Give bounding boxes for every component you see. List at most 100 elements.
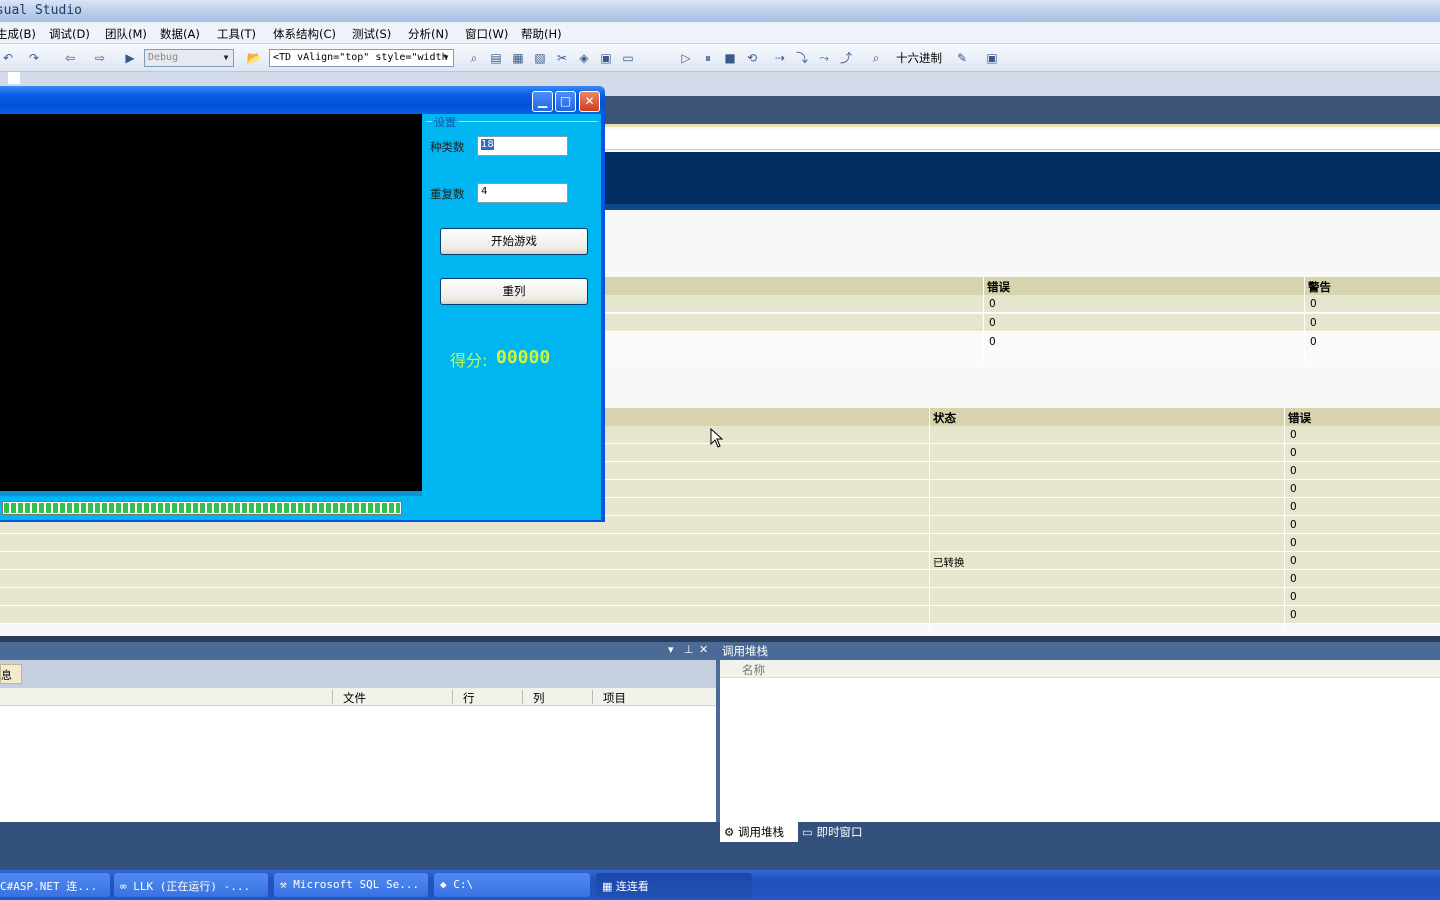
- class-view-icon[interactable]: ▣: [598, 50, 614, 66]
- column-column-header[interactable]: 列: [533, 690, 545, 706]
- errors-cell: 0: [1290, 555, 1297, 567]
- errors-cell: 0: [1290, 501, 1297, 513]
- call-stack-icon: ⚙: [724, 825, 735, 839]
- breakpoint-icon[interactable]: ✎: [954, 50, 970, 66]
- time-progress-bar: [2, 501, 402, 515]
- stop-icon[interactable]: ■: [722, 50, 738, 66]
- immediate-window-icon: ▭: [802, 825, 813, 839]
- table-row: 0: [0, 606, 1440, 624]
- kinds-label: 种类数: [430, 140, 465, 154]
- menu-test[interactable]: 测试(S): [352, 26, 391, 42]
- menu-analyze[interactable]: 分析(N): [408, 26, 449, 42]
- minimize-icon: ▁: [537, 94, 548, 108]
- toolbar: ↶ ↷ ⇦ ⇨ ▶ Debug ▼ 📂 <TD vAlign="top" sty…: [0, 44, 1440, 72]
- step-over-icon[interactable]: ⤳: [816, 50, 832, 66]
- pin-icon[interactable]: ⊥: [684, 643, 694, 656]
- taskbar-item-llk[interactable]: ∞ LLK (正在运行) -...: [114, 873, 268, 897]
- warnings-cell: 0: [1310, 298, 1317, 310]
- find-combo[interactable]: <TD vAlign="top" style="width ▼: [269, 49, 454, 67]
- taskbar-item-cmd[interactable]: ◆ C:\: [434, 873, 590, 897]
- dropdown-icon[interactable]: ▾: [668, 643, 674, 656]
- score-label: 得分:: [450, 351, 488, 370]
- step-into-icon[interactable]: ⤵: [794, 50, 810, 66]
- minimize-button[interactable]: ▁: [532, 91, 553, 112]
- config-combo[interactable]: Debug ▼: [144, 49, 234, 67]
- start-page-icon[interactable]: ◈: [576, 50, 592, 66]
- repeat-input[interactable]: 4: [477, 183, 568, 203]
- redo-icon[interactable]: ↷: [26, 50, 42, 66]
- undo-icon[interactable]: ↶: [0, 50, 16, 66]
- object-browser-icon[interactable]: ▧: [532, 50, 548, 66]
- menu-help[interactable]: 帮助(H): [521, 26, 562, 42]
- errors-cell: 0: [989, 336, 996, 348]
- vs-icon: ∞: [120, 880, 127, 893]
- board-bottom-strip: [0, 491, 422, 496]
- show-next-statement-icon[interactable]: ⇢: [772, 50, 788, 66]
- errors-cell: 0: [1290, 537, 1297, 549]
- nav-forward-icon[interactable]: ⇨: [92, 50, 108, 66]
- game-window: ▁ □ ✕ 设置 种类数 18 重复数 4 开始游戏 重列 得分: 00000: [0, 86, 605, 522]
- solution-explorer-icon[interactable]: ▤: [488, 50, 504, 66]
- properties-icon[interactable]: ▦: [510, 50, 526, 66]
- pause-icon[interactable]: ⏸: [700, 50, 716, 66]
- hex-display-toggle[interactable]: 十六进制: [896, 50, 942, 66]
- column-divider: [929, 408, 930, 632]
- command-window-icon[interactable]: ▭: [620, 50, 636, 66]
- quick-watch-icon[interactable]: ⌕: [868, 50, 884, 66]
- taskbar-item-game[interactable]: ▦ 连连看: [596, 873, 752, 897]
- menu-debug[interactable]: 调试(D): [49, 26, 90, 42]
- menu-team[interactable]: 团队(M): [105, 26, 147, 42]
- close-icon[interactable]: ✕: [699, 643, 708, 656]
- menu-build[interactable]: 生成(B): [0, 26, 36, 42]
- vs-title-bar: isual Studio: [0, 0, 1440, 22]
- line-column-header[interactable]: 行: [463, 690, 475, 706]
- nav-back-icon[interactable]: ⇦: [62, 50, 78, 66]
- errors-cell: 0: [989, 298, 996, 310]
- game-board[interactable]: [0, 114, 422, 491]
- status-header: 状态: [933, 411, 956, 425]
- continue-icon[interactable]: ▷: [678, 50, 694, 66]
- restart-icon[interactable]: ⟲: [744, 50, 760, 66]
- errors-cell: 0: [1290, 591, 1297, 603]
- windows-dropdown-icon[interactable]: ▣: [984, 50, 1000, 66]
- find-icon[interactable]: ⌕: [466, 50, 482, 66]
- document-tab[interactable]: [8, 72, 20, 84]
- column-divider: [983, 277, 984, 367]
- close-button[interactable]: ✕: [579, 91, 600, 112]
- errors-header: 错误: [987, 280, 1010, 294]
- column-divider: [452, 690, 453, 704]
- maximize-button[interactable]: □: [555, 91, 576, 112]
- call-stack-header: 调用堆栈: [716, 642, 1440, 660]
- menu-tools[interactable]: 工具(T): [217, 26, 256, 42]
- menu-window[interactable]: 窗口(W): [465, 26, 508, 42]
- name-column-header[interactable]: 名称: [720, 660, 1440, 678]
- status-errors-header: 错误: [1288, 411, 1311, 425]
- warnings-cell: 0: [1310, 336, 1317, 348]
- file-column-header[interactable]: 文件: [343, 690, 366, 706]
- table-row: 0: [0, 588, 1440, 606]
- menu-architecture[interactable]: 体系结构(C): [273, 26, 336, 42]
- toolbox-icon[interactable]: ✂: [554, 50, 570, 66]
- taskbar-item-label: C:\: [453, 878, 474, 891]
- menu-data[interactable]: 数据(A): [160, 26, 200, 42]
- table-row: 0: [0, 570, 1440, 588]
- game-titlebar[interactable]: ▁ □ ✕: [0, 86, 605, 114]
- app-window-icon: ▦: [602, 880, 613, 893]
- start-debug-icon[interactable]: ▶: [122, 50, 138, 66]
- messages-filter-button[interactable]: 息: [0, 664, 22, 684]
- open-folder-icon[interactable]: 📂: [246, 50, 262, 66]
- vs-title-text: isual Studio: [0, 3, 82, 18]
- taskbar-item-aspnet[interactable]: C#ASP.NET 连...: [0, 873, 110, 897]
- step-out-icon[interactable]: ⤴: [838, 50, 854, 66]
- shuffle-button[interactable]: 重列: [440, 278, 588, 305]
- menu-bar: 生成(B) 调试(D) 团队(M) 数据(A) 工具(T) 体系结构(C) 测试…: [0, 22, 1440, 44]
- tab-call-stack[interactable]: ⚙ 调用堆栈: [720, 822, 798, 842]
- tab-immediate-window[interactable]: ▭ 即时窗口: [802, 824, 863, 840]
- kinds-input[interactable]: 18: [477, 136, 568, 156]
- errors-cell: 0: [1290, 609, 1297, 621]
- project-column-header[interactable]: 项目: [603, 690, 626, 706]
- start-game-button[interactable]: 开始游戏: [440, 228, 588, 255]
- score-value: 00000: [496, 347, 551, 368]
- error-list-panel: 息 文件 行 列 项目: [0, 660, 716, 822]
- taskbar-item-sql[interactable]: ⚒ Microsoft SQL Se...: [274, 873, 428, 897]
